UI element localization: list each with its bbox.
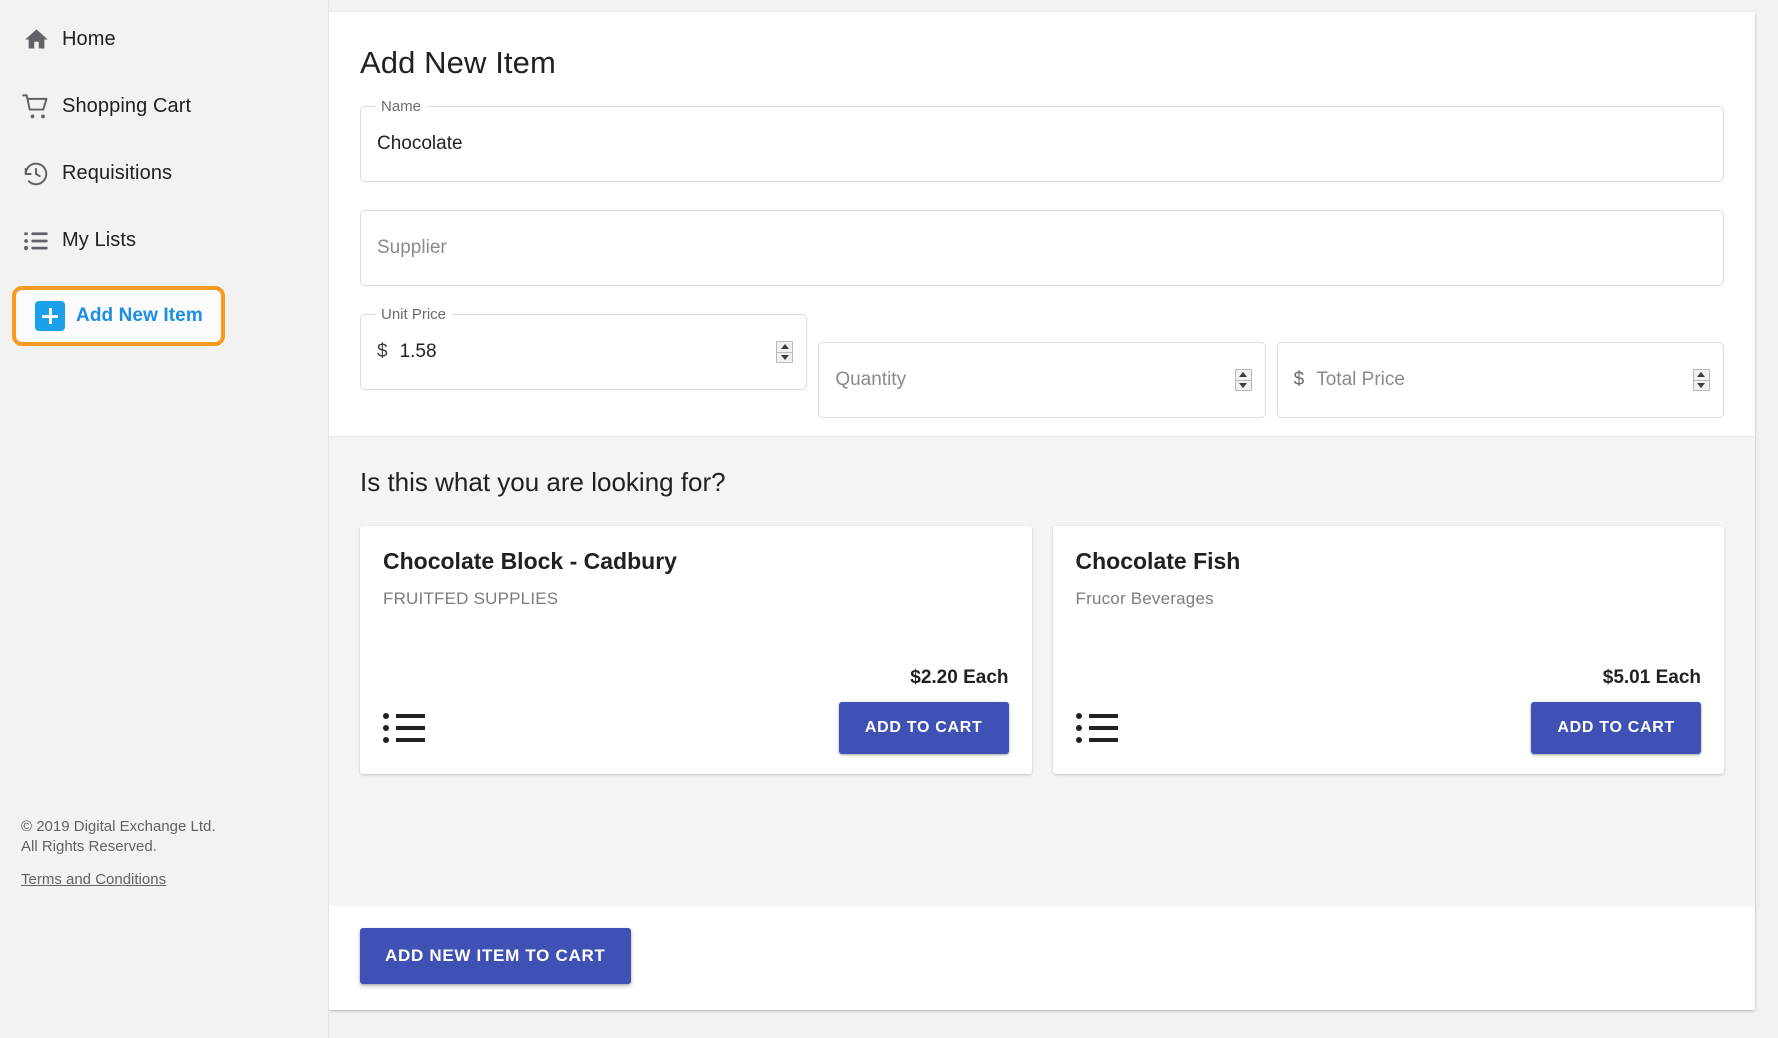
product-card-actions: ADD TO CART (1075, 702, 1701, 754)
supplier-field[interactable]: Supplier (360, 210, 1724, 286)
sidebar: Home Shopping Cart Requisitions My Lists… (0, 0, 329, 1038)
stepper-down-button[interactable] (777, 351, 793, 363)
stepper-up-button[interactable] (1694, 370, 1709, 380)
chevron-up-icon (780, 344, 789, 350)
product-card-actions: ADD TO CART (383, 702, 1009, 754)
suggestions-section: Is this what you are looking for? Chocol… (329, 436, 1755, 906)
sidebar-item-label: Requisitions (62, 162, 173, 184)
sidebar-item-requisitions[interactable]: Requisitions (0, 140, 328, 207)
stepper-down-button[interactable] (1693, 379, 1709, 391)
stepper-up-button[interactable] (777, 342, 792, 352)
bulleted-list-icon[interactable] (383, 713, 425, 743)
sidebar-item-my-lists[interactable]: My Lists (0, 207, 328, 274)
chevron-down-icon (1697, 382, 1706, 388)
suggestion-cards: Chocolate Block - Cadbury FRUITFED SUPPL… (360, 526, 1724, 774)
total-price-field[interactable]: $ Total Price (1276, 342, 1724, 418)
content-card: Add New Item Name Chocolate Supplier Uni… (329, 12, 1755, 1010)
sidebar-item-shopping-cart[interactable]: Shopping Cart (0, 73, 328, 140)
list-bar (1088, 738, 1118, 742)
stepper-down-button[interactable] (1235, 379, 1251, 391)
sidebar-item-add-new-item[interactable]: Add New Item (12, 286, 225, 346)
unit-price-input-value[interactable]: 1.58 (400, 341, 437, 363)
supplier-input-placeholder[interactable]: Supplier (377, 237, 447, 259)
unit-price-field[interactable]: Unit Price $ 1.58 (360, 306, 808, 390)
history-clock-icon (10, 160, 62, 188)
list-row (1075, 737, 1118, 743)
copyright-line-1: © 2019 Digital Exchange Ltd. (21, 818, 216, 835)
chevron-up-icon (1239, 372, 1248, 378)
sidebar-footer: © 2019 Digital Exchange Ltd. All Rights … (21, 817, 216, 890)
product-card[interactable]: Chocolate Block - Cadbury FRUITFED SUPPL… (360, 526, 1032, 774)
list-icon (10, 227, 62, 255)
add-new-item-to-cart-button[interactable]: ADD NEW ITEM TO CART (360, 928, 631, 984)
product-price: $2.20 Each (910, 667, 1009, 688)
list-row (1075, 713, 1118, 719)
sidebar-nav: Home Shopping Cart Requisitions My Lists… (0, 0, 328, 346)
add-to-cart-button[interactable]: ADD TO CART (838, 702, 1009, 754)
list-bar (396, 714, 425, 718)
quantity-input-placeholder[interactable]: Quantity (835, 369, 906, 391)
page-title: Add New Item (360, 45, 556, 80)
product-name: Chocolate Fish (1075, 548, 1241, 574)
list-bullet (383, 737, 389, 743)
total-price-stepper[interactable] (1692, 369, 1710, 391)
list-row (383, 713, 425, 719)
sidebar-item-label: Add New Item (76, 305, 203, 326)
currency-symbol-icon: $ (1293, 369, 1305, 390)
list-bullet (1075, 737, 1082, 743)
price-quantity-row: Unit Price $ 1.58 Quantity $ Total Price (360, 306, 1724, 418)
list-bullet (383, 725, 389, 731)
list-bar (396, 738, 425, 742)
chevron-down-icon (1239, 382, 1248, 388)
unit-price-stepper[interactable] (776, 341, 794, 363)
quantity-stepper[interactable] (1234, 369, 1252, 391)
name-field[interactable]: Name Chocolate (360, 98, 1724, 182)
stepper-up-button[interactable] (1236, 370, 1251, 380)
product-supplier: Frucor Beverages (1075, 589, 1214, 608)
list-bullet (383, 713, 389, 719)
total-price-input-placeholder[interactable]: Total Price (1316, 369, 1405, 391)
main-content: Add New Item Name Chocolate Supplier Uni… (329, 0, 1778, 1038)
add-new-item-form: Add New Item Name Chocolate Supplier Uni… (329, 12, 1755, 436)
list-bar (1088, 714, 1118, 718)
quantity-field[interactable]: Quantity (818, 342, 1266, 418)
sidebar-item-label: Shopping Cart (62, 95, 192, 117)
product-price: $5.01 Each (1602, 667, 1701, 688)
list-bullet (1075, 725, 1082, 731)
home-icon (10, 26, 62, 53)
currency-symbol-icon: $ (377, 341, 388, 362)
suggestions-heading: Is this what you are looking for? (360, 467, 726, 497)
product-name: Chocolate Block - Cadbury (383, 548, 677, 574)
sidebar-item-home[interactable]: Home (0, 6, 328, 73)
list-bar (396, 726, 425, 730)
list-row (383, 725, 425, 731)
unit-price-field-label: Unit Price (375, 306, 453, 323)
action-bar: ADD NEW ITEM TO CART (329, 906, 1755, 1010)
copyright-line-2: All Rights Reserved. (21, 838, 157, 855)
bulleted-list-icon[interactable] (1075, 713, 1118, 743)
list-row (1075, 725, 1118, 731)
sidebar-item-label: My Lists (62, 229, 137, 251)
terms-and-conditions-link[interactable]: Terms and Conditions (21, 870, 216, 890)
chevron-up-icon (1697, 372, 1706, 378)
product-supplier: FRUITFED SUPPLIES (383, 589, 559, 608)
app-root: Home Shopping Cart Requisitions My Lists… (0, 0, 1778, 1038)
add-to-cart-button[interactable]: ADD TO CART (1531, 702, 1701, 754)
sidebar-item-label: Home (62, 28, 116, 50)
plus-badge (35, 301, 65, 331)
chevron-down-icon (780, 354, 789, 360)
list-row (383, 737, 425, 743)
shopping-cart-icon (10, 93, 62, 121)
name-input-value[interactable]: Chocolate (377, 133, 463, 155)
list-bar (1088, 726, 1118, 730)
list-bullet (1075, 713, 1082, 719)
product-card[interactable]: Chocolate Fish Frucor Beverages $5.01 Ea… (1052, 526, 1724, 774)
plus-square-icon (24, 301, 76, 331)
name-field-label: Name (375, 98, 428, 115)
